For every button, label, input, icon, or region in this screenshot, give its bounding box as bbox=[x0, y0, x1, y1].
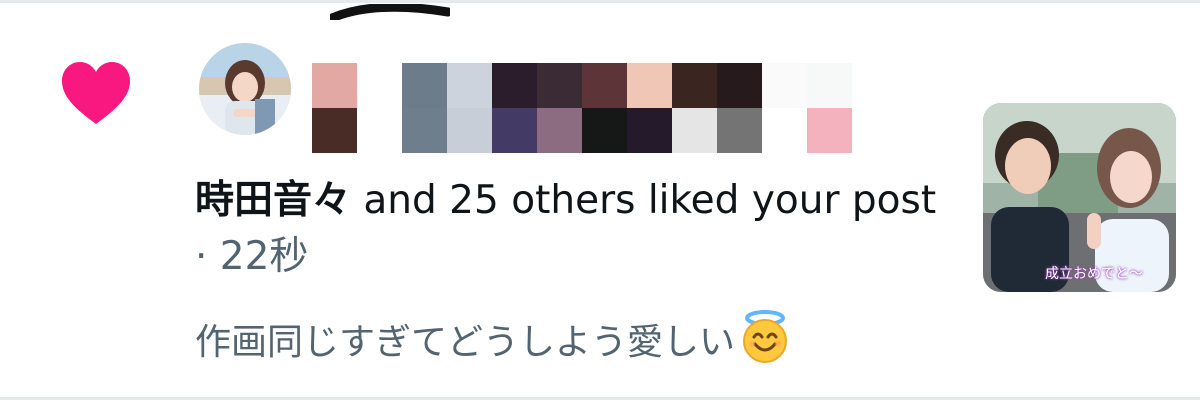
post-preview-text[interactable]: 作画同じすぎてどうしよう愛しい bbox=[195, 310, 955, 371]
thumbnail-caption: 成立おめでと〜 bbox=[1045, 266, 1143, 282]
smiling-face-with-halo-icon bbox=[743, 310, 788, 363]
notification-summary: and 25 others liked your post bbox=[351, 178, 937, 223]
like-notification[interactable]: 時田音々 and 25 others liked your post · 22秒… bbox=[0, 0, 1200, 400]
heart-icon bbox=[62, 62, 130, 124]
timestamp: 22秒 bbox=[219, 234, 309, 279]
redaction-scribble bbox=[330, 4, 450, 20]
top-divider bbox=[0, 0, 1200, 3]
time-separator: · bbox=[195, 234, 220, 279]
notification-text: 時田音々 and 25 others liked your post · 22秒 bbox=[195, 173, 955, 285]
post-thumbnail[interactable]: 成立おめでと〜 bbox=[983, 103, 1176, 292]
avatar-image bbox=[199, 43, 291, 135]
redacted-name-mosaic bbox=[312, 63, 852, 153]
post-text: 作画同じすぎてどうしよう愛しい bbox=[195, 322, 736, 363]
avatar[interactable] bbox=[199, 43, 291, 135]
actor-name[interactable]: 時田音々 bbox=[195, 178, 351, 223]
